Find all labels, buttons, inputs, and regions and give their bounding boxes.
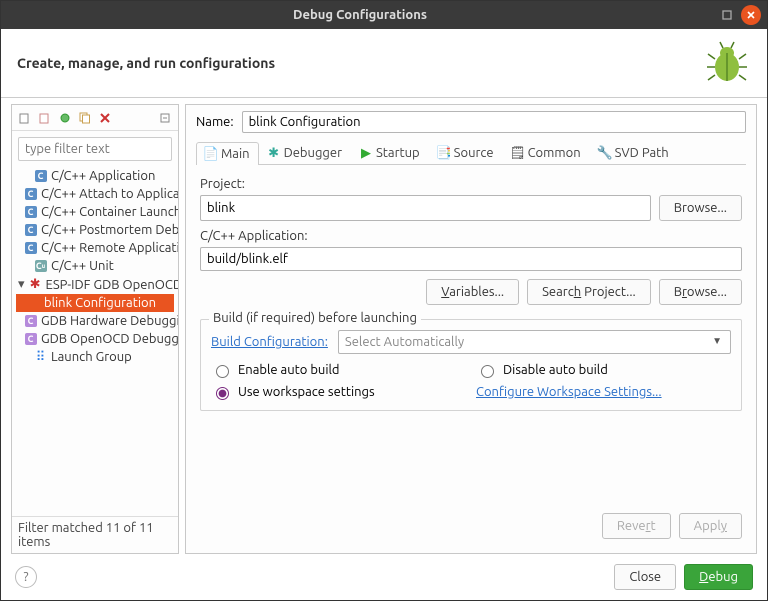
project-browse-button[interactable]: Browse...: [659, 195, 742, 221]
main-tab-content: Project: Browse... C/C++ Application: Va…: [196, 165, 746, 547]
close-window-button[interactable]: [741, 5, 761, 25]
configurations-panel: CC/C++ Application CC/C++ Attach to Appl…: [11, 104, 179, 554]
common-tab-icon: 🗒: [512, 147, 524, 159]
main-content: CC/C++ Application CC/C++ Attach to Appl…: [1, 98, 767, 554]
variables-button[interactable]: Variables...: [426, 279, 519, 305]
build-configuration-link[interactable]: Build Configuration:: [211, 335, 328, 349]
build-group-title: Build (if required) before launching: [209, 311, 421, 325]
configurations-tree[interactable]: CC/C++ Application CC/C++ Attach to Appl…: [12, 167, 178, 516]
configuration-editor: Name: 📄Main ✱Debugger ▶Startup 📑Source 🗒…: [185, 104, 757, 554]
close-button[interactable]: Close: [614, 564, 676, 590]
source-tab-icon: 📑: [438, 147, 450, 159]
tree-item[interactable]: CC/C++ Postmortem Debugger: [16, 221, 174, 239]
name-label: Name:: [196, 115, 234, 129]
filter-input[interactable]: [18, 137, 172, 161]
dialog-button-bar: ? Close Debug: [1, 554, 767, 600]
project-label: Project:: [200, 177, 742, 191]
tree-item-esp-idf[interactable]: ▾✱ESP-IDF GDB OpenOCD Debugging: [16, 275, 174, 294]
use-workspace-settings-radio[interactable]: Use workspace settings: [211, 384, 466, 400]
main-tab-icon: 📄: [205, 148, 217, 160]
collapse-all-button[interactable]: [156, 109, 174, 127]
window-title: Debug Configurations: [7, 8, 713, 22]
debug-button[interactable]: Debug: [684, 564, 753, 590]
tree-item[interactable]: CC/C++ Attach to Application: [16, 185, 174, 203]
application-label: C/C++ Application:: [200, 229, 742, 243]
maximize-icon: [722, 10, 732, 20]
disable-auto-build-radio[interactable]: Disable auto build: [476, 362, 731, 378]
tree-item[interactable]: CC/C++ Container Launcher: [16, 203, 174, 221]
close-icon: [746, 10, 756, 20]
dialog-title: Create, manage, and run configurations: [17, 55, 703, 71]
export-button[interactable]: [56, 109, 74, 127]
tree-item[interactable]: ⠿Launch Group: [16, 348, 174, 366]
tree-item[interactable]: CGDB Hardware Debugging: [16, 312, 174, 330]
filter-status: Filter matched 11 of 11 items: [12, 516, 178, 553]
tree-item[interactable]: CC/C++ Remote Application: [16, 239, 174, 257]
tree-item[interactable]: CuC/C++ Unit: [16, 257, 174, 275]
tree-item[interactable]: CC/C++ Application: [16, 167, 174, 185]
application-browse-button[interactable]: Browse...: [659, 279, 742, 305]
tree-item-blink-configuration[interactable]: blink Configuration: [16, 294, 174, 312]
search-project-button[interactable]: Search Project...: [527, 279, 651, 305]
svd-tab-icon: 🔧: [599, 147, 611, 159]
tab-common[interactable]: 🗒Common: [503, 141, 590, 164]
dialog-header: Create, manage, and run configurations: [1, 29, 767, 98]
enable-auto-build-radio[interactable]: Enable auto build: [211, 362, 466, 378]
configuration-name-input[interactable]: [242, 111, 746, 133]
help-button[interactable]: ?: [15, 566, 37, 588]
revert-button[interactable]: Revert: [602, 513, 671, 539]
tab-source[interactable]: 📑Source: [429, 141, 503, 164]
new-prototype-button[interactable]: [36, 109, 54, 127]
maximize-button[interactable]: [717, 5, 737, 25]
tree-item[interactable]: CGDB OpenOCD Debugging: [16, 330, 174, 348]
project-input[interactable]: [200, 195, 651, 221]
duplicate-button[interactable]: [76, 109, 94, 127]
tab-debugger[interactable]: ✱Debugger: [259, 141, 351, 164]
new-config-button[interactable]: [16, 109, 34, 127]
bug-icon: [703, 39, 751, 87]
debug-configurations-window: Debug Configurations Create, manage, and…: [0, 0, 768, 601]
build-configuration-select[interactable]: Select Automatically: [338, 330, 731, 354]
tab-svd-path[interactable]: 🔧SVD Path: [590, 141, 678, 164]
configure-workspace-settings-link[interactable]: Configure Workspace Settings...: [476, 385, 731, 399]
titlebar: Debug Configurations: [1, 1, 767, 29]
left-toolbar: [12, 105, 178, 131]
tab-bar: 📄Main ✱Debugger ▶Startup 📑Source 🗒Common…: [196, 141, 746, 165]
build-before-launch-group: Build (if required) before launching Bui…: [200, 319, 742, 411]
tab-main[interactable]: 📄Main: [196, 142, 259, 165]
debugger-tab-icon: ✱: [268, 147, 280, 159]
startup-tab-icon: ▶: [360, 147, 372, 159]
delete-button[interactable]: [96, 109, 114, 127]
application-input[interactable]: [200, 247, 742, 271]
tab-startup[interactable]: ▶Startup: [351, 141, 429, 164]
apply-button[interactable]: Apply: [679, 513, 742, 539]
